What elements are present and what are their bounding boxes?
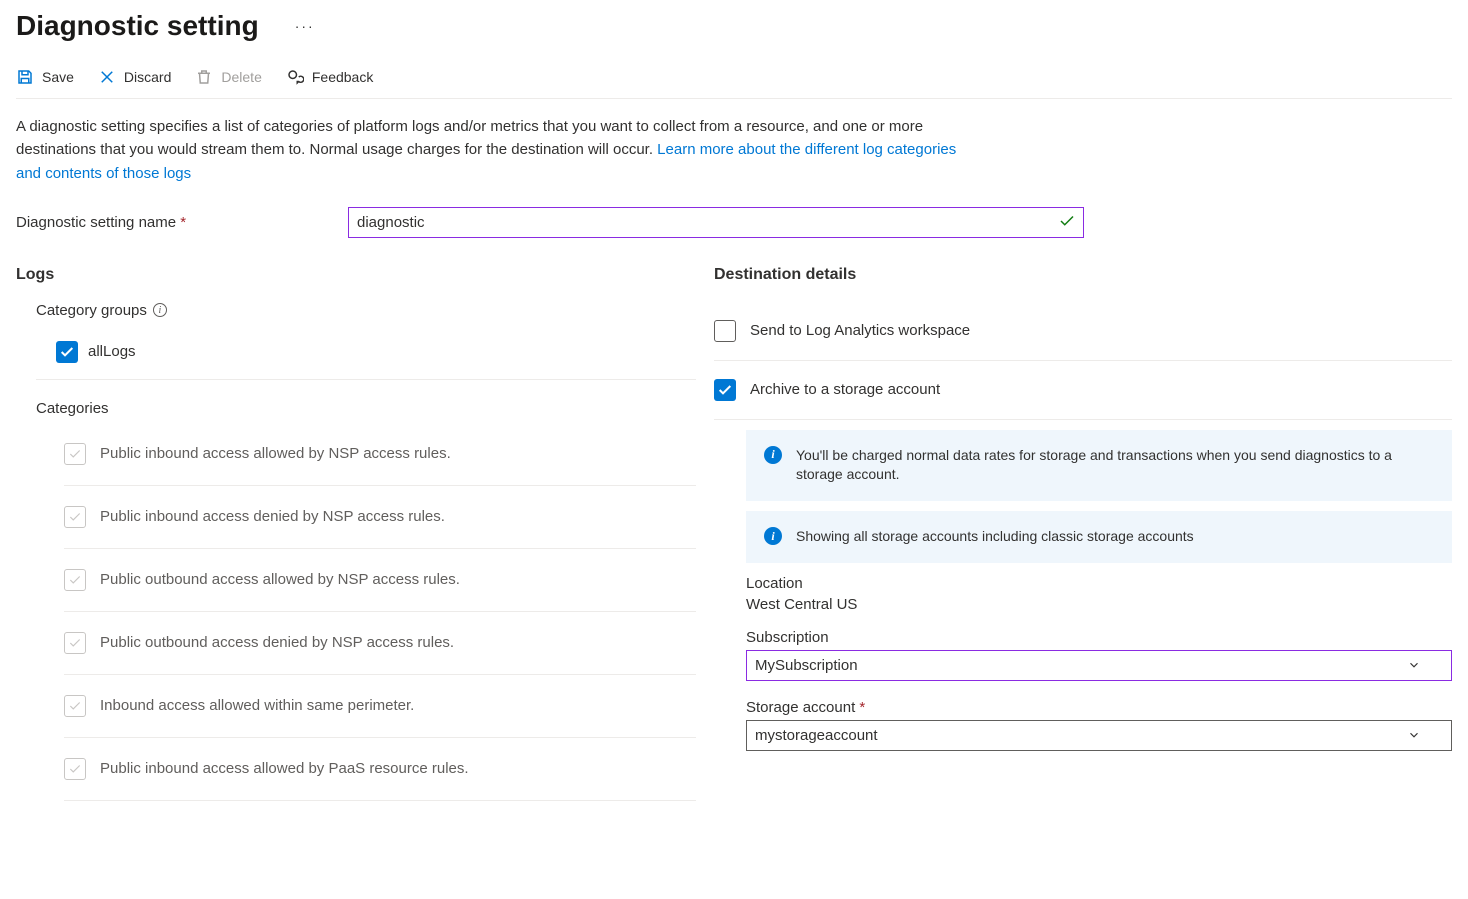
- location-label: Location: [746, 575, 1452, 592]
- info-icon[interactable]: i: [153, 303, 167, 317]
- valid-check-icon: [1058, 212, 1076, 233]
- info-badge-icon: i: [764, 446, 782, 464]
- setting-name-label: Diagnostic setting name *: [16, 214, 348, 231]
- subscription-label: Subscription: [746, 629, 1452, 646]
- log-analytics-checkbox[interactable]: [714, 320, 736, 342]
- all-logs-label: allLogs: [88, 343, 136, 360]
- storage-account-select[interactable]: mystorageaccount: [746, 720, 1452, 751]
- archive-storage-label: Archive to a storage account: [750, 381, 940, 398]
- storage-account-label: Storage account *: [746, 699, 1452, 716]
- save-label: Save: [42, 69, 74, 85]
- save-icon: [16, 68, 34, 86]
- category-checkbox: [64, 632, 86, 654]
- save-button[interactable]: Save: [16, 68, 74, 86]
- setting-name-input[interactable]: [348, 207, 1084, 238]
- description-text: A diagnostic setting specifies a list of…: [16, 99, 976, 207]
- category-checkbox: [64, 569, 86, 591]
- delete-button: Delete: [195, 68, 261, 86]
- feedback-icon: [286, 68, 304, 86]
- more-options-icon[interactable]: ···: [295, 18, 315, 34]
- subscription-select[interactable]: MySubscription: [746, 650, 1452, 681]
- discard-label: Discard: [124, 69, 171, 85]
- category-label: Public outbound access allowed by NSP ac…: [100, 571, 460, 588]
- category-label: Public inbound access allowed by NSP acc…: [100, 445, 451, 462]
- destination-heading: Destination details: [714, 266, 1452, 284]
- category-checkbox: [64, 695, 86, 717]
- category-label: Public outbound access denied by NSP acc…: [100, 634, 454, 651]
- categories-label: Categories: [36, 400, 696, 417]
- all-logs-checkbox[interactable]: [56, 341, 78, 363]
- trash-icon: [195, 68, 213, 86]
- category-checkbox: [64, 443, 86, 465]
- info-box-storage-accounts: i Showing all storage accounts including…: [746, 511, 1452, 563]
- discard-button[interactable]: Discard: [98, 68, 171, 86]
- feedback-label: Feedback: [312, 69, 373, 85]
- category-label: Public inbound access allowed by PaaS re…: [100, 760, 469, 777]
- archive-storage-checkbox[interactable]: [714, 379, 736, 401]
- chevron-down-icon: [1407, 728, 1421, 742]
- category-label: Public inbound access denied by NSP acce…: [100, 508, 445, 525]
- close-icon: [98, 68, 116, 86]
- location-value: West Central US: [746, 596, 1452, 613]
- category-groups-label: Category groups i: [36, 302, 696, 319]
- category-checkbox: [64, 758, 86, 780]
- category-checkbox: [64, 506, 86, 528]
- delete-label: Delete: [221, 69, 261, 85]
- chevron-down-icon: [1407, 658, 1421, 672]
- toolbar: Save Discard Delete Feedback: [16, 60, 1452, 99]
- feedback-button[interactable]: Feedback: [286, 68, 373, 86]
- info-badge-icon: i: [764, 527, 782, 545]
- page-title: Diagnostic setting: [16, 10, 259, 42]
- log-analytics-label: Send to Log Analytics workspace: [750, 322, 970, 339]
- category-label: Inbound access allowed within same perim…: [100, 697, 414, 714]
- info-box-charges: i You'll be charged normal data rates fo…: [746, 430, 1452, 501]
- logs-heading: Logs: [16, 266, 696, 284]
